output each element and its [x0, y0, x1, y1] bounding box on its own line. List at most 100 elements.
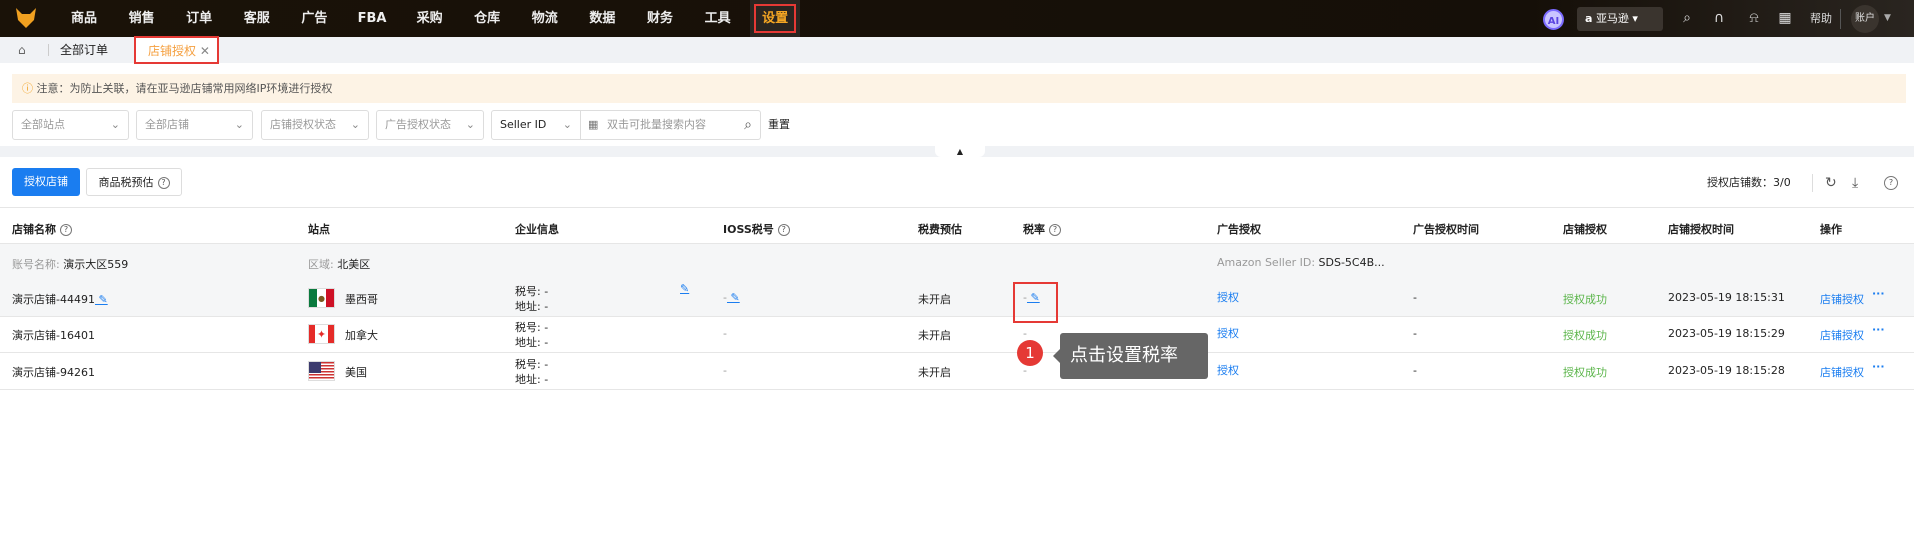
ad-auth-time: -	[1413, 291, 1417, 304]
column-header: 广告授权时间	[1413, 223, 1479, 236]
callout-tooltip: 点击设置税率	[1053, 333, 1208, 379]
help-icon[interactable]: ?	[1880, 175, 1898, 190]
ad-auth-link[interactable]: 授权	[1217, 362, 1239, 378]
nav-item[interactable]: 设置	[750, 0, 801, 37]
logo-icon	[16, 8, 36, 28]
divider	[1840, 9, 1841, 29]
chevron-down-icon: ⌄	[110, 118, 120, 131]
collapse-band: ▲	[0, 146, 1914, 157]
search-icon[interactable]: ⌕	[1678, 9, 1696, 27]
batch-icon: ▦	[588, 118, 599, 131]
store-auth-status: 授权成功	[1563, 293, 1607, 306]
tab-store-auth[interactable]: 店铺授权 ✕	[134, 36, 219, 64]
help-icon[interactable]: ?	[1049, 224, 1061, 236]
column-header: 店铺名称?	[12, 221, 72, 237]
ioss: -	[723, 327, 727, 341]
store-select[interactable]: 全部店铺 ⌄	[136, 110, 253, 140]
nav-item[interactable]: FBA	[347, 0, 397, 37]
apps-grid-icon[interactable]: ▦	[1776, 9, 1794, 27]
step-badge: 1	[1017, 340, 1043, 366]
chevron-down-icon: ⌄	[465, 118, 475, 131]
tab-all-orders[interactable]: 全部订单	[60, 37, 108, 63]
store-auth-time: 2023-05-19 18:15:31	[1668, 291, 1785, 304]
edit-ioss-icon[interactable]: ✎	[727, 291, 739, 304]
platform-selector[interactable]: a 亚马逊 ▾	[1577, 7, 1663, 31]
store-auth-link[interactable]: 店铺授权	[1820, 291, 1864, 307]
nav-item[interactable]: 商品	[59, 0, 109, 37]
tax-number: 税号: -	[515, 321, 549, 335]
nav-item[interactable]: 客服	[232, 0, 282, 37]
search-input[interactable]: ▦ 双击可批量搜索内容 ⌕	[580, 110, 761, 140]
chevron-down-icon: ⌄	[234, 118, 244, 131]
store-count: 授权店铺数：3/0	[1707, 176, 1791, 189]
highlight-box	[1013, 282, 1058, 323]
nav-item[interactable]: 采购	[405, 0, 455, 37]
site: 墨西哥	[345, 293, 378, 306]
nav-item[interactable]: 订单	[174, 0, 224, 37]
ad-auth-status-select[interactable]: 广告授权状态 ⌄	[376, 110, 484, 140]
chevron-down-icon: ⌄	[562, 118, 572, 131]
store-name: 演示店铺-16401	[12, 329, 95, 343]
more-icon[interactable]: ···	[1872, 360, 1885, 373]
tax-rate: -	[1023, 327, 1027, 341]
site-select[interactable]: 全部站点 ⌄	[12, 110, 129, 140]
download-icon[interactable]: ⤓	[1852, 168, 1858, 198]
region: 北美区	[337, 258, 371, 271]
column-header: 广告授权	[1217, 223, 1261, 236]
nav-item[interactable]: 数据	[577, 0, 627, 37]
help-icon: ?	[157, 177, 170, 189]
column-header: 操作	[1820, 223, 1842, 236]
nav-item[interactable]: 工具	[693, 0, 743, 37]
help-icon[interactable]: ?	[777, 224, 790, 236]
authorize-store-button[interactable]: 授权店铺	[12, 168, 80, 196]
ai-button[interactable]: AI	[1543, 9, 1564, 30]
tab-label: 店铺授权	[148, 44, 197, 58]
ad-auth-link[interactable]: 授权	[1217, 289, 1239, 305]
help-icon[interactable]: ?	[60, 224, 72, 236]
ad-auth-time: -	[1413, 363, 1417, 377]
divider	[1812, 174, 1813, 192]
tab-bar: ⌂ 全部订单 店铺授权 ✕	[0, 36, 1914, 64]
tax-number: 税号: -	[515, 285, 549, 298]
search-field-select[interactable]: Seller ID ⌄	[491, 110, 581, 140]
headset-icon[interactable]: ∩	[1710, 9, 1728, 27]
tax-estimate: 未开启	[918, 365, 951, 379]
home-icon[interactable]: ⌂	[18, 37, 26, 63]
collapse-toggle[interactable]: ▲	[935, 146, 985, 157]
chevron-down-icon: ⌄	[350, 118, 360, 131]
notice-banner: ⓘ 注意：为防止关联，请在亚马逊店铺常用网络IP环境进行授权	[12, 74, 1906, 103]
info-icon: ⓘ	[22, 82, 33, 95]
column-header: 税率?	[1023, 221, 1061, 237]
store-auth-link[interactable]: 店铺授权	[1820, 327, 1864, 343]
nav-item[interactable]: 仓库	[462, 0, 512, 37]
more-icon[interactable]: ···	[1872, 287, 1885, 300]
edit-icon[interactable]: ✎	[95, 293, 107, 306]
account-menu[interactable]: 账户	[1851, 5, 1879, 33]
nav-item[interactable]: 财务	[635, 0, 685, 37]
store-auth-link[interactable]: 店铺授权	[1820, 364, 1864, 380]
store-name: 演示店铺-94261	[12, 365, 95, 379]
flag-us-icon	[308, 360, 335, 381]
bell-icon[interactable]: ⍾	[1745, 9, 1763, 27]
refresh-icon[interactable]: ↻	[1825, 168, 1837, 198]
reset-button[interactable]: 重置	[768, 110, 790, 140]
close-icon[interactable]: ✕	[200, 44, 210, 58]
column-header: 店铺授权时间	[1668, 223, 1734, 236]
store-auth-status-select[interactable]: 店铺授权状态 ⌄	[261, 110, 369, 140]
store-auth-status: 授权成功	[1563, 365, 1607, 379]
ioss: -	[723, 363, 727, 377]
ad-auth-link[interactable]: 授权	[1217, 325, 1239, 341]
address: 地址: -	[515, 372, 549, 386]
help-link[interactable]: 帮助	[1810, 0, 1832, 37]
nav-item[interactable]: 销售	[117, 0, 167, 37]
more-icon[interactable]: ···	[1872, 323, 1885, 336]
seller-id: SDS-5C4B...	[1318, 256, 1385, 269]
address: 地址: -	[515, 336, 549, 350]
tax-estimate: 未开启	[918, 329, 951, 343]
nav-item[interactable]: 广告	[289, 0, 339, 37]
ad-auth-time: -	[1413, 327, 1417, 341]
nav-item[interactable]: 物流	[520, 0, 570, 37]
edit-company-icon[interactable]: ✎	[680, 282, 689, 295]
tax-estimate-button[interactable]: 商品税预估?	[86, 168, 182, 196]
chevron-down-icon[interactable]: ▼	[1884, 0, 1891, 37]
